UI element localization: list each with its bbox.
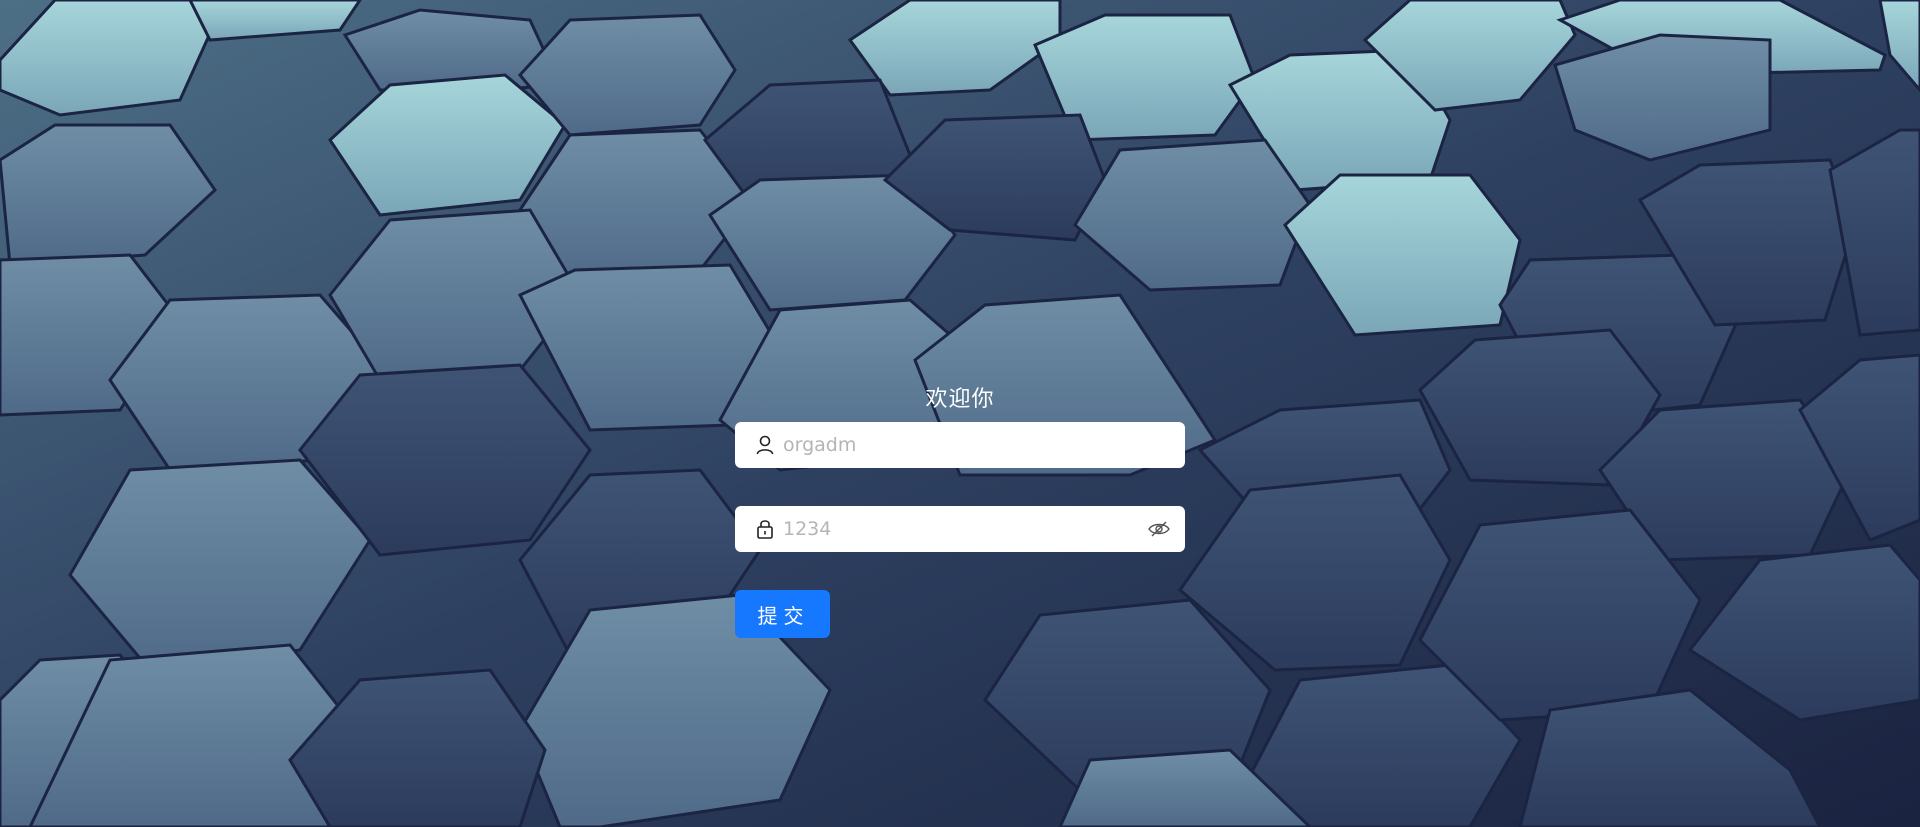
username-field[interactable] [735,422,1185,468]
login-form: 欢迎你 orgadm 提交 [735,380,1185,638]
eye-invisible-icon[interactable] [1147,517,1171,541]
username-input[interactable] [781,424,1171,466]
welcome-title: 欢迎你 [925,387,995,412]
user-icon [755,435,775,455]
lock-icon [755,519,775,539]
password-input[interactable] [781,508,1147,550]
login-page: 欢迎你 orgadm 提交 [0,0,1920,827]
submit-button[interactable]: 提交 [735,590,830,638]
password-field[interactable] [735,506,1185,552]
